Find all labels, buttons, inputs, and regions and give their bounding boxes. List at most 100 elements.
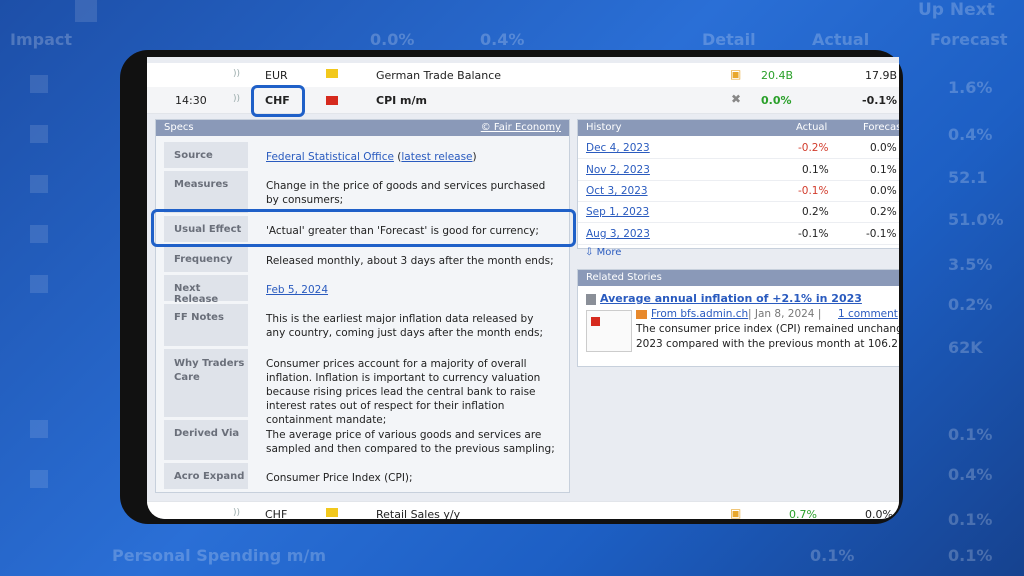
spec-value: Consumer Price Index (CPI); — [266, 472, 413, 484]
spec-row-frequency: Frequency Released monthly, about 3 days… — [164, 246, 562, 272]
specs-panel: Specs © Fair Economy Source Federal Stat… — [155, 119, 570, 493]
latest-release-link[interactable]: latest release — [401, 151, 472, 163]
bg-bottom-right: 0.1% — [948, 546, 993, 565]
story-date-value: Jan 8, 2024 — [754, 308, 815, 320]
spec-label: Next Release — [164, 275, 248, 305]
spec-value: Change in the price of goods and service… — [266, 180, 546, 206]
specs-header: Specs © Fair Economy — [156, 120, 569, 136]
bg-bottom-value: 0.1% — [810, 546, 855, 565]
history-forecast: 0.0% — [870, 185, 897, 197]
event-actual: 0.7% — [789, 508, 817, 519]
source-link[interactable]: Federal Statistical Office — [266, 151, 394, 163]
history-row[interactable]: Aug 3, 2023 -0.1% -0.1% — [578, 224, 899, 245]
impact-yellow-icon — [326, 508, 338, 517]
spec-value: Federal Statistical Office (latest relea… — [266, 151, 477, 163]
close-detail-icon[interactable]: ✖ — [731, 92, 741, 106]
history-date-link[interactable]: Oct 3, 2023 — [586, 185, 648, 197]
stories-header: Related Stories — [578, 270, 899, 286]
folder-icon[interactable]: ▣ — [730, 67, 741, 81]
bg-value: 0.1% — [948, 425, 993, 444]
bg-value: 1.6% — [948, 78, 993, 97]
bg-header-detail: Detail — [702, 30, 756, 49]
history-actual: 0.1% — [802, 164, 829, 176]
bg-icon — [30, 275, 48, 293]
usual-effect-highlight — [151, 209, 576, 247]
story-source-link[interactable]: From bfs.admin.ch — [651, 308, 748, 320]
bg-value: 62K — [948, 338, 983, 357]
history-date-link[interactable]: Sep 1, 2023 — [586, 206, 649, 218]
spec-row-why-traders-care: Why Traders Care Consumer prices account… — [164, 349, 562, 426]
history-date-link[interactable]: Aug 3, 2023 — [586, 228, 650, 240]
history-row[interactable]: Oct 3, 2023 -0.1% 0.0% — [578, 181, 899, 202]
related-stories-panel: Related Stories Average annual inflation… — [577, 269, 899, 367]
history-actual: -0.1% — [798, 228, 829, 240]
history-forecast: 0.2% — [870, 206, 897, 218]
spec-label: Acro Expand — [164, 463, 248, 489]
bg-bottom-label: Personal Spending m/m — [112, 546, 326, 565]
spec-label: Frequency — [164, 246, 248, 272]
fair-economy-link[interactable]: © Fair Economy — [481, 120, 561, 136]
spec-value: Consumer prices account for a majority o… — [266, 358, 541, 426]
history-title: History — [586, 122, 622, 133]
spec-row-source: Source Federal Statistical Office (lates… — [164, 142, 562, 168]
specs-title: Specs — [164, 122, 194, 133]
spec-label: FF Notes — [164, 304, 248, 346]
history-col-actual: Actual — [796, 122, 828, 133]
bg-value: 0.1% — [948, 510, 993, 529]
history-row[interactable]: Nov 2, 2023 0.1% 0.1% — [578, 160, 899, 181]
swiss-flag-icon — [591, 317, 600, 326]
history-col-forecast: Forecast — [863, 122, 899, 133]
spec-row-next-release: Next Release Feb 5, 2024 — [164, 275, 562, 305]
story-doc-icon — [586, 294, 596, 305]
history-header: History Actual Forecast — [578, 120, 899, 136]
event-forecast: 17.9B — [865, 69, 898, 82]
spec-label: Measures — [164, 171, 248, 213]
history-row[interactable]: Sep 1, 2023 0.2% 0.2% — [578, 202, 899, 223]
more-label: More — [596, 247, 622, 258]
event-title[interactable]: Retail Sales y/y — [376, 508, 460, 519]
folder-icon[interactable]: ▣ — [730, 506, 741, 519]
bg-header-forecast: Forecast — [930, 30, 1008, 49]
spec-row-derived-via: Derived Via The average price of various… — [164, 420, 562, 460]
event-time: 14:30 — [175, 94, 207, 107]
rss-icon — [636, 310, 647, 319]
history-date-link[interactable]: Dec 4, 2023 — [586, 142, 650, 154]
bg-upnext: Up Next — [918, 0, 995, 20]
bg-header-n2: 0.4% — [480, 30, 525, 49]
event-row-retail-sales[interactable]: )) CHF Retail Sales y/y ▣ 0.7% 0.0% — [147, 501, 899, 519]
sound-icon: )) — [233, 69, 241, 79]
story-snippet-line2: 2023 compared with the previous month at… — [636, 338, 899, 350]
download-icon: ⇩ — [585, 247, 594, 258]
event-title[interactable]: German Trade Balance — [376, 69, 501, 82]
bg-value: 0.2% — [948, 295, 993, 314]
history-more-link[interactable]: ⇩ More — [585, 247, 621, 258]
bg-header-n1: 0.0% — [370, 30, 415, 49]
story-comments-link[interactable]: 1 comment — [838, 308, 898, 320]
bg-bottom-row: Personal Spending m/m 0.1% 0.1% — [0, 546, 1024, 568]
stories-title: Related Stories — [586, 272, 662, 283]
bg-upnext-row: Up Next — [0, 0, 1024, 22]
history-row[interactable]: Dec 4, 2023 -0.2% 0.0% — [578, 138, 899, 159]
history-forecast: -0.1% — [866, 228, 897, 240]
story-snippet-line1: The consumer price index (CPI) remained … — [636, 323, 899, 335]
history-date-link[interactable]: Nov 2, 2023 — [586, 164, 650, 176]
story-title-link[interactable]: Average annual inflation of +2.1% in 202… — [600, 292, 862, 305]
spec-label: Derived Via — [164, 420, 248, 460]
next-release-link[interactable]: Feb 5, 2024 — [266, 283, 556, 297]
story-thumbnail[interactable] — [586, 310, 632, 352]
currency-highlight — [251, 85, 305, 117]
spec-row-ff-notes: FF Notes This is the earliest major infl… — [164, 304, 562, 346]
sound-icon: )) — [233, 94, 241, 104]
history-forecast: 0.1% — [870, 164, 897, 176]
event-actual: 20.4B — [761, 69, 794, 82]
history-actual: 0.2% — [802, 206, 829, 218]
event-currency: EUR — [265, 69, 288, 82]
bg-header-row: Impact 0.0% 0.4% Detail Actual Forecast — [0, 30, 1024, 52]
bg-value: 0.4% — [948, 125, 993, 144]
bg-header-actual: Actual — [812, 30, 870, 49]
impact-red-icon — [326, 96, 338, 105]
event-title[interactable]: CPI m/m — [376, 94, 427, 107]
bg-value: 52.1 — [948, 168, 988, 187]
bg-header-impact: Impact — [10, 30, 73, 49]
bg-value: 0.4% — [948, 465, 993, 484]
